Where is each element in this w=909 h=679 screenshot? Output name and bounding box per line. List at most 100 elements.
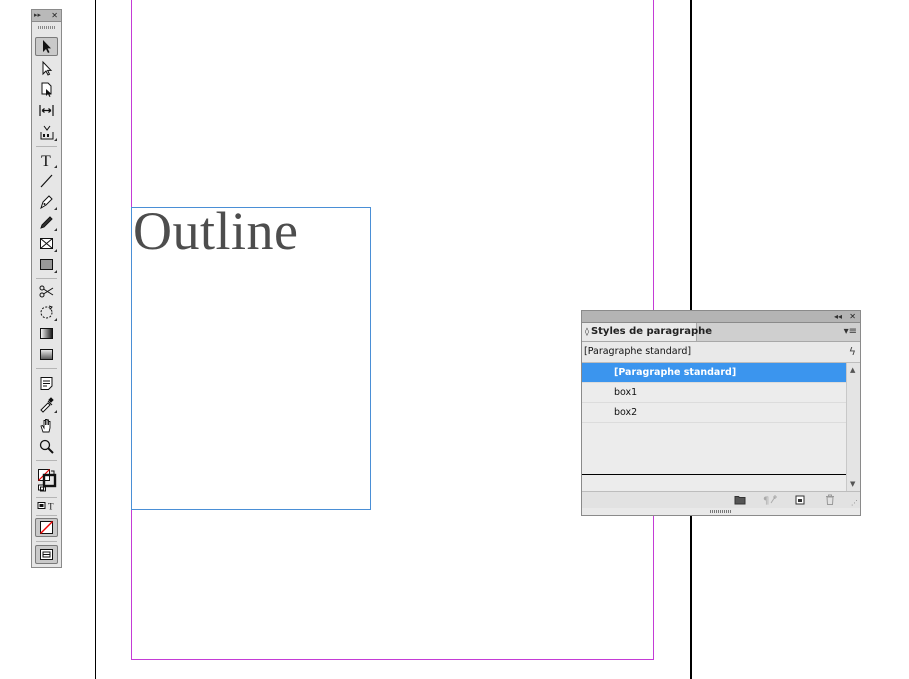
pen-nib-icon: [40, 195, 53, 210]
flyout-indicator: [54, 249, 57, 252]
tool-separator: [36, 460, 57, 461]
panel-titlebar[interactable]: ◂◂ ✕: [582, 311, 860, 323]
apply-none-icon: [40, 521, 53, 534]
style-label: [Paragraphe standard]: [614, 367, 737, 378]
scroll-down-icon[interactable]: ▼: [850, 480, 855, 488]
eyedropper-tool[interactable]: [35, 395, 58, 414]
content-collector-tool[interactable]: [35, 123, 58, 142]
double-chevron-right-icon[interactable]: ▸▸: [34, 10, 41, 21]
tool-separator: [36, 368, 57, 369]
gradient-swatch-tool[interactable]: [35, 324, 58, 343]
type-tool[interactable]: T: [35, 150, 58, 169]
style-label: box2: [614, 407, 638, 418]
hand-icon: [40, 419, 51, 433]
hand-tool[interactable]: [35, 416, 58, 435]
format-container-text-icon: T: [37, 502, 54, 512]
new-style-group-button[interactable]: [733, 493, 747, 506]
clear-overrides-icon: ¶: [763, 495, 777, 506]
pencil-icon: [40, 216, 53, 229]
page-tool[interactable]: [35, 80, 58, 99]
flyout-indicator: [54, 165, 57, 168]
close-icon[interactable]: ✕: [51, 10, 58, 21]
quick-apply-icon[interactable]: ϟ: [849, 345, 856, 359]
collapse-to-icons-icon[interactable]: ◂◂: [834, 311, 842, 322]
svg-text:T: T: [41, 153, 51, 168]
tool-separator: [36, 497, 57, 498]
tab-paragraph-styles[interactable]: ◊ Styles de paragraphe: [582, 323, 712, 341]
flyout-indicator: [54, 207, 57, 210]
flyout-indicator: [54, 318, 57, 321]
svg-text:T: T: [48, 502, 54, 512]
story-text[interactable]: Outline: [133, 200, 298, 262]
zoom-tool[interactable]: [35, 437, 58, 456]
panel-grip[interactable]: [38, 26, 55, 29]
tools-panel-titlebar[interactable]: ▸▸ ✕: [32, 10, 61, 22]
panel-bottom-grip[interactable]: [710, 510, 732, 513]
gradient-icon: [40, 328, 53, 339]
tool-separator: [36, 278, 57, 279]
resize-grip-icon[interactable]: ⋰: [851, 499, 858, 507]
gradient-feather-tool[interactable]: [35, 345, 58, 364]
delete-style-button[interactable]: [823, 493, 837, 506]
gap-tool[interactable]: [35, 101, 58, 120]
direct-selection-tool[interactable]: [35, 59, 58, 78]
paragraph-styles-panel: ◂◂ ✕ ◊ Styles de paragraphe ▾≡ [Paragraph…: [581, 310, 861, 516]
magnifier-icon: [39, 439, 54, 454]
svg-text:¶: ¶: [763, 496, 769, 506]
delete-style-icon: [826, 494, 834, 505]
style-list: [Paragraphe standard] box1 box2: [582, 363, 846, 491]
rectangle-frame-icon: [40, 238, 53, 249]
pen-tool[interactable]: [35, 192, 58, 211]
style-row-box1[interactable]: box1: [582, 383, 846, 403]
direct-selection-arrow-icon: [42, 60, 53, 76]
scroll-up-icon[interactable]: ▲: [850, 366, 855, 374]
list-divider: [582, 474, 846, 475]
gradient-feather-icon: [40, 349, 53, 360]
screen-mode-icon: [40, 549, 53, 560]
fill-stroke-icon: [37, 469, 56, 492]
content-collector-icon: [40, 125, 54, 140]
new-style-group-icon: [734, 496, 746, 505]
rotate-icon: [40, 305, 53, 319]
close-icon[interactable]: ✕: [849, 311, 856, 322]
flyout-indicator: [54, 138, 57, 141]
vertical-scrollbar[interactable]: ▲ ▼: [846, 363, 860, 491]
tools-panel: ▸▸ ✕ T T: [31, 9, 62, 568]
create-new-style-icon: [795, 495, 805, 505]
selection-arrow-icon: [43, 40, 51, 53]
line-tool[interactable]: [35, 171, 58, 190]
page-icon: [41, 82, 52, 97]
create-new-style-button[interactable]: [793, 493, 807, 506]
rectangle-frame-tool[interactable]: [35, 234, 58, 253]
style-label: box1: [614, 387, 638, 398]
fill-stroke-swatches[interactable]: [35, 466, 58, 494]
type-t-icon: T: [41, 153, 51, 168]
rectangle-tool[interactable]: [35, 255, 58, 274]
flyout-indicator: [54, 228, 57, 231]
flyout-indicator: [54, 410, 57, 413]
panel-footer: ¶ ⋰: [582, 491, 860, 508]
tab-updown-icon: ◊: [585, 327, 589, 336]
tool-separator: [36, 515, 57, 516]
note-tool[interactable]: [35, 374, 58, 393]
panel-menu-icon[interactable]: ▾≡: [844, 326, 857, 338]
gap-arrows-icon: [39, 105, 54, 116]
apply-none[interactable]: [35, 518, 58, 537]
rectangle-icon: [40, 259, 53, 270]
style-row-paragraphe-standard[interactable]: [Paragraphe standard]: [582, 363, 846, 383]
current-style-label: [Paragraphe standard]: [584, 346, 692, 357]
text-frame[interactable]: Outline: [131, 201, 371, 510]
style-row-box2[interactable]: box2: [582, 403, 846, 423]
scissors-tool[interactable]: [35, 282, 58, 301]
formatting-container-text[interactable]: T: [35, 499, 58, 513]
line-icon: [40, 174, 53, 188]
free-transform-tool[interactable]: [35, 303, 58, 322]
pencil-tool[interactable]: [35, 213, 58, 232]
selection-tool[interactable]: [35, 37, 58, 56]
clear-overrides-button[interactable]: ¶: [762, 493, 780, 506]
screen-mode[interactable]: [35, 545, 58, 564]
tool-separator: [36, 146, 57, 147]
note-icon: [40, 377, 53, 390]
eyedropper-icon: [40, 397, 54, 413]
current-style-field: [Paragraphe standard] ϟ: [582, 342, 860, 363]
